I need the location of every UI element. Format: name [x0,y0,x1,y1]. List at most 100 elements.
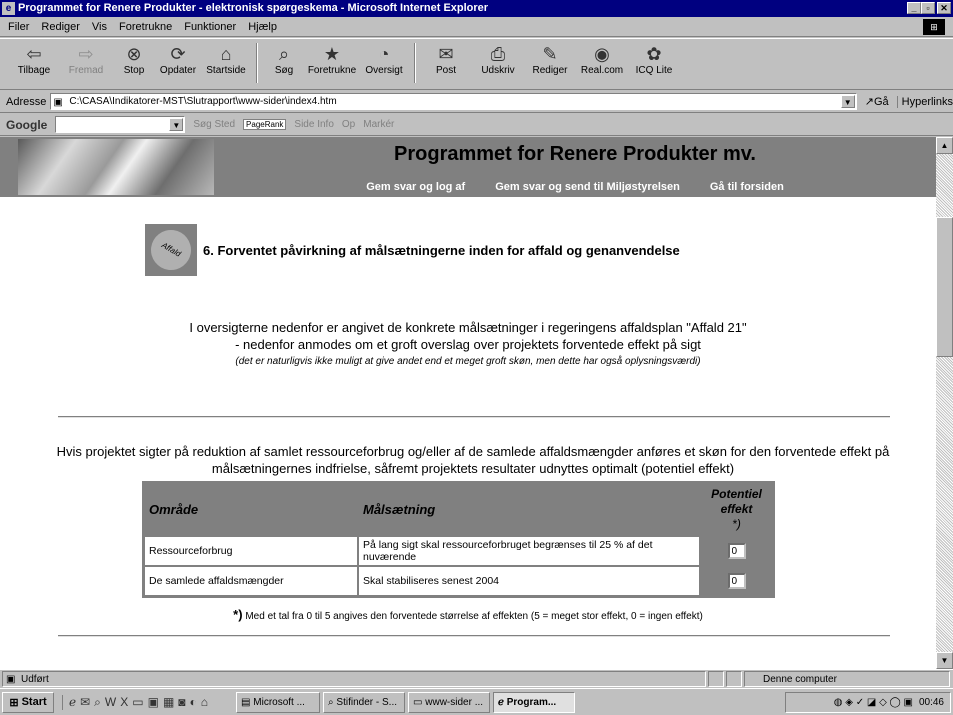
save-logout-link[interactable]: Gem svar og log af [366,181,465,193]
page-header: Programmet for Renere Produkter mv. Gem … [0,137,936,197]
refresh-button[interactable]: ⟳ Opdater [156,39,200,87]
tray-icons[interactable]: ◍ ◈ ✓ ◪ ◇ ◯ ▣ [834,697,913,708]
status-bar: ▣ Udført Denne computer [0,669,953,687]
up-button[interactable]: Op [342,119,355,130]
menu-view[interactable]: Vis [92,21,107,33]
favorites-icon: ★ [323,44,341,64]
row-effect-cell [701,567,772,595]
effect-input-affaldsmaengder[interactable] [727,573,746,589]
minimize-button[interactable]: _ [907,2,921,14]
menu-favorites[interactable]: Foretrukne [119,21,172,33]
search-quicklaunch-icon[interactable]: ⌕ [94,695,101,710]
affald-logo: Affald [143,222,199,278]
edit-button[interactable]: ✎ Rediger [524,39,576,87]
header-goal: Målsætning [359,484,699,535]
excel-quicklaunch-icon[interactable]: X [120,695,128,710]
task-folder[interactable]: ▭ www-sider ... [408,691,491,713]
google-dropdown-icon[interactable]: ▼ [169,118,184,131]
realcom-icon: ◉ [594,44,610,64]
task-folder-label: www-sider ... [425,696,484,708]
edit-icon: ✎ [542,44,558,64]
scroll-up-icon[interactable]: ▲ [936,137,953,154]
scroll-thumb[interactable] [936,217,953,357]
status-panel [726,671,742,687]
menu-help[interactable]: Hjælp [248,21,277,33]
status-text: Udført [21,674,49,685]
table-row: Ressourceforbrug På lang sigt skal resso… [145,537,772,565]
taskbar: ⊞ Start ℯ ✉ ⌕ W X ▭ ▣ ▦ ◙ ◐ ⌂ ▤ Microsoft… [0,688,953,715]
clock: 00:46 [918,697,944,708]
calc-quicklaunch-icon[interactable]: ▦ [163,695,174,710]
go-button[interactable]: ↗Gå [865,95,889,108]
forward-button[interactable]: ⇨ Fremad [60,39,112,87]
icq-button[interactable]: ✿ ICQ Lite [628,39,680,87]
forward-arrow-icon: ⇨ [78,44,94,64]
windows-flag-icon: ⊞ [9,696,19,709]
task-explorer-label: Stifinder - S... [336,696,397,708]
search-site-button[interactable]: Søg Sted [193,119,235,130]
folder-quicklaunch-icon[interactable]: ⌂ [201,695,208,710]
favorites-button[interactable]: ★ Foretrukne [306,39,358,87]
header-effect-label: Potentiel effekt [711,487,762,516]
refresh-icon: ⟳ [170,44,186,64]
highlight-button[interactable]: Markér [363,119,394,130]
maximize-button[interactable]: ▫ [921,2,935,14]
icq-label: ICQ Lite [635,65,673,76]
history-icon: ◔ [378,44,390,64]
system-tray: ◍ ◈ ✓ ◪ ◇ ◯ ▣ 00:46 [785,692,951,713]
page-info-button[interactable]: Side Info [294,119,333,130]
home-button[interactable]: ⌂ Startside [200,39,252,87]
mail-label: Post [435,65,456,76]
row-area: De samlede affaldsmængder [145,567,357,595]
task-ie[interactable]: ℯ Program... [493,691,576,713]
tool-quicklaunch-icon[interactable]: ◙ [178,695,185,710]
home-link[interactable]: Gå til forsiden [710,181,784,193]
task-word[interactable]: ▤ Microsoft ... [236,691,321,713]
realcom-button[interactable]: ◉ Real.com [576,39,628,87]
task-explorer[interactable]: ⌕ Stifinder - S... [323,691,406,713]
address-input[interactable]: ▣ C:\CASA\Indikatorer-MST\Slutrapport\ww… [50,93,857,110]
back-button[interactable]: ⇦ Tilbage [8,39,60,87]
history-button[interactable]: ◔ Oversigt [358,39,410,87]
intro-line-2: - nedenfor anmodes om et groft overslag … [235,337,701,352]
menu-tools[interactable]: Funktioner [184,21,236,33]
effect-input-ressourceforbrug[interactable] [727,543,746,559]
goals-table: Område Målsætning Potentiel effekt *) Res… [142,481,775,598]
stop-button[interactable]: ⊗ Stop [112,39,156,87]
mail-button[interactable]: ✉ Post [420,39,472,87]
toolbar-separator [256,43,258,83]
print-button[interactable]: ⎙ Udskriv [472,39,524,87]
google-logo[interactable]: Google [6,118,47,132]
forward-label: Fremad [68,65,104,76]
window-titlebar[interactable]: e Programmet for Renere Produkter - elek… [0,0,953,17]
window-title: Programmet for Renere Produkter - elektr… [18,2,489,14]
outlook-quicklaunch-icon[interactable]: ✉ [80,695,90,710]
save-send-link[interactable]: Gem svar og send til Miljøstyrelsen [495,181,680,193]
app-quicklaunch-icon[interactable]: ▣ [148,695,159,710]
ie-quicklaunch-icon[interactable]: ℯ [69,695,76,710]
page-icon: ▣ [53,97,63,108]
row-goal: Skal stabiliseres senest 2004 [359,567,699,595]
page-content: Programmet for Renere Produkter mv. Gem … [0,137,936,669]
header-effect: Potentiel effekt *) [701,484,772,535]
vertical-scrollbar[interactable]: ▲ ▼ [936,137,953,669]
scroll-down-icon[interactable]: ▼ [936,652,953,669]
links-toolbar[interactable]: Hyperlinks [896,95,953,108]
google-search-input[interactable]: ▼ [55,116,186,133]
intro-text: I oversigterne nedenfor er angivet de ko… [0,319,936,370]
word-quicklaunch-icon[interactable]: W [105,695,116,710]
mail-icon: ✉ [438,44,454,64]
close-button[interactable]: ✕ [937,2,951,14]
search-label: Søg [274,65,294,76]
search-button[interactable]: ⌕ Søg [262,39,306,87]
start-button[interactable]: ⊞ Start [2,691,54,713]
desktop-quicklaunch-icon[interactable]: ▭ [132,695,143,710]
address-label: Adresse [6,95,47,108]
menu-edit[interactable]: Rediger [41,21,80,33]
address-dropdown-icon[interactable]: ▼ [840,95,855,108]
player-quicklaunch-icon[interactable]: ◐ [190,695,197,710]
menu-file[interactable]: Filer [8,21,29,33]
start-label: Start [21,696,47,708]
task-ie-label: Program... [506,696,557,708]
status-text-panel: ▣ Udført [2,671,706,687]
